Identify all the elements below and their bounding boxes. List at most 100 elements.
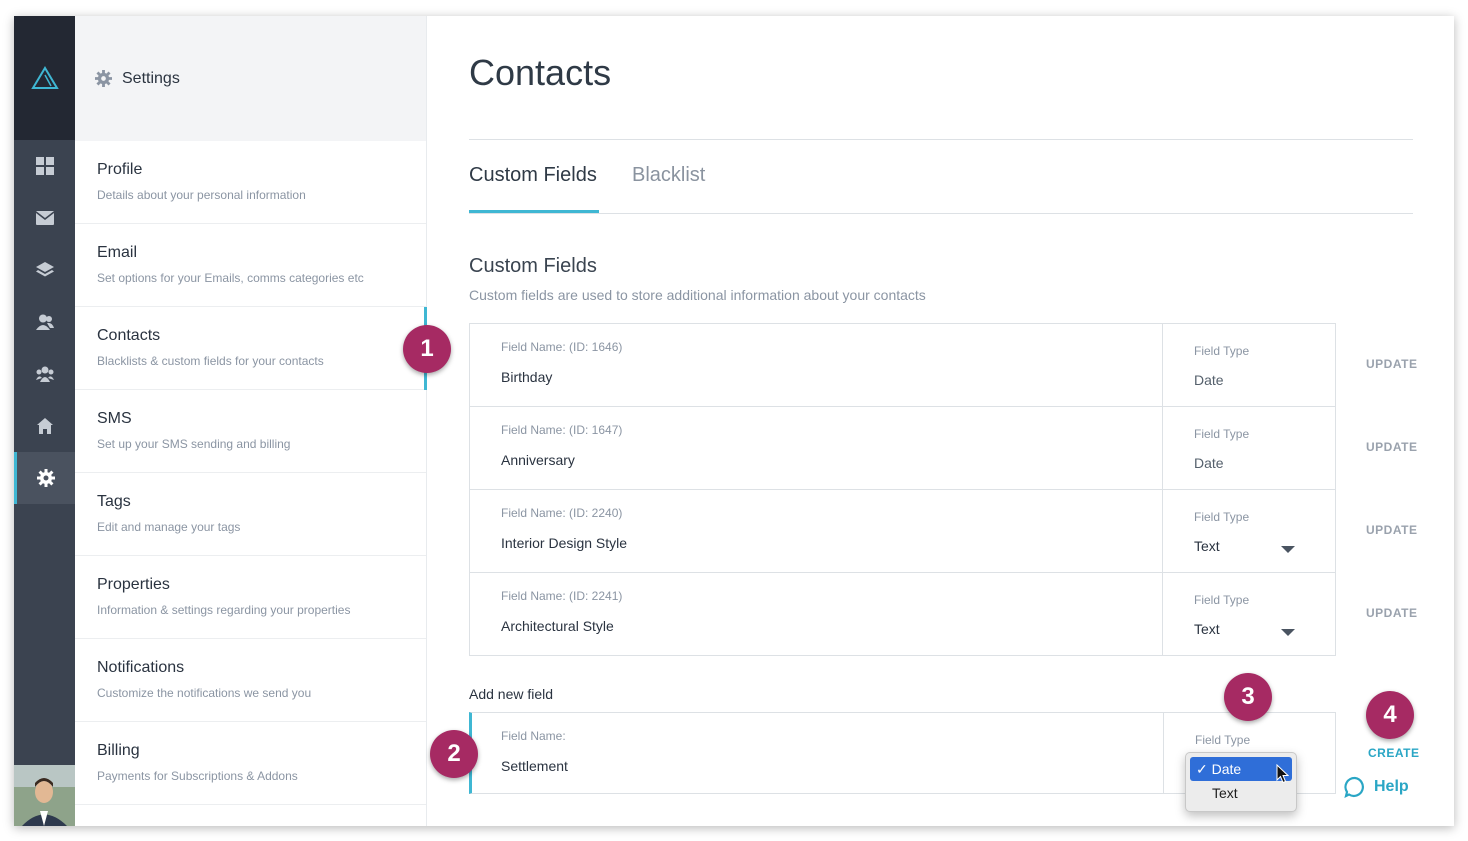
- icon-rail: [14, 16, 75, 826]
- settings-item-tags[interactable]: Tags Edit and manage your tags: [75, 473, 426, 556]
- callout-badge-3: 3: [1224, 673, 1272, 721]
- settings-item-billing[interactable]: Billing Payments for Subscriptions & Add…: [75, 722, 426, 805]
- rail-mail[interactable]: [14, 192, 75, 244]
- field-type-select[interactable]: Field Type Text: [1163, 573, 1335, 655]
- field-name-cell[interactable]: Field Name: (ID: 2241) Architectural Sty…: [470, 573, 1163, 655]
- field-row: Field Name: (ID: 2240) Interior Design S…: [470, 490, 1335, 573]
- settings-item-profile[interactable]: Profile Details about your personal info…: [75, 141, 426, 224]
- settings-item-title: Tags: [97, 493, 131, 510]
- field-name-value: Anniversary: [501, 452, 575, 468]
- field-name-label: Field Name: (ID: 2240): [501, 506, 623, 520]
- settings-item-desc: Information & settings regarding your pr…: [97, 603, 351, 617]
- field-type-label: Field Type: [1194, 593, 1250, 607]
- dropdown-option-text[interactable]: Text: [1190, 781, 1292, 805]
- field-row: Field Name: (ID: 2241) Architectural Sty…: [470, 573, 1335, 655]
- settings-item-email[interactable]: Email Set options for your Emails, comms…: [75, 224, 426, 307]
- settings-item-sms[interactable]: SMS Set up your SMS sending and billing: [75, 390, 426, 473]
- settings-item-desc: Edit and manage your tags: [97, 520, 241, 534]
- field-name-cell[interactable]: Field Name: (ID: 2240) Interior Design S…: [470, 490, 1163, 572]
- settings-item-contacts[interactable]: Contacts Blacklists & custom fields for …: [75, 307, 427, 390]
- layers-icon: [35, 262, 54, 277]
- settings-item-title: Contacts: [97, 327, 161, 344]
- callout-badge-2: 2: [430, 730, 478, 778]
- chevron-down-icon: [1281, 629, 1295, 636]
- field-name-value: Birthday: [501, 369, 553, 385]
- field-type-label: Field Type: [1194, 510, 1250, 524]
- field-type-value: Text: [1194, 538, 1220, 554]
- settings-item-desc: Customize the notifications we send you: [97, 686, 312, 700]
- page-title: Contacts: [469, 52, 612, 93]
- field-type-cell: Field Type Date: [1163, 324, 1335, 406]
- field-type-select[interactable]: Field Type Text: [1163, 490, 1335, 572]
- logo[interactable]: [14, 16, 75, 140]
- settings-item-title: Billing: [97, 742, 140, 759]
- active-tab-indicator: [469, 210, 599, 213]
- tab-custom-fields[interactable]: Custom Fields: [469, 164, 597, 187]
- callout-badge-4: 4: [1366, 691, 1414, 739]
- rail-home[interactable]: [14, 400, 75, 452]
- callout-badge-1: 1: [403, 325, 451, 373]
- update-button[interactable]: UPDATE: [1366, 606, 1417, 620]
- settings-item-properties[interactable]: Properties Information & settings regard…: [75, 556, 426, 639]
- field-type-value: Date: [1194, 372, 1224, 388]
- mail-icon: [35, 211, 54, 225]
- settings-header: Settings: [75, 16, 426, 141]
- settings-item-desc: Payments for Subscriptions & Addons: [97, 769, 298, 783]
- settings-item-desc: Set up your SMS sending and billing: [97, 437, 291, 451]
- create-button[interactable]: CREATE: [1368, 746, 1419, 760]
- field-type-label: Field Type: [1195, 733, 1251, 747]
- check-icon: ✓: [1196, 761, 1208, 777]
- field-type-value: Text: [1194, 621, 1220, 637]
- settings-item-title: Notifications: [97, 659, 185, 676]
- settings-title: Settings: [122, 69, 180, 87]
- option-label: Date: [1211, 761, 1242, 777]
- avatar[interactable]: [14, 765, 75, 826]
- settings-item-desc: Blacklists & custom fields for your cont…: [97, 354, 324, 368]
- rail-contacts[interactable]: [14, 296, 75, 348]
- settings-item-desc: Set options for your Emails, comms categ…: [97, 271, 364, 285]
- field-type-label: Field Type: [1194, 344, 1250, 358]
- logo-icon: [30, 66, 59, 89]
- field-name-cell[interactable]: Field Name: (ID: 1646) Birthday: [470, 324, 1163, 406]
- rail-dashboard[interactable]: [14, 140, 75, 192]
- field-row: Field Name: (ID: 1646) Birthday Field Ty…: [470, 324, 1335, 407]
- section-description: Custom fields are used to store addition…: [469, 287, 926, 303]
- settings-item-title: Email: [97, 244, 138, 261]
- settings-item-desc: Details about your personal information: [97, 188, 306, 202]
- rail-team[interactable]: [14, 348, 75, 400]
- field-name-label: Field Name: (ID: 1647): [501, 423, 623, 437]
- field-type-label: Field Type: [1194, 427, 1250, 441]
- field-name-value: Interior Design Style: [501, 535, 628, 551]
- field-name-value: Architectural Style: [501, 618, 614, 634]
- update-button[interactable]: UPDATE: [1366, 440, 1417, 454]
- help-label: Help: [1374, 778, 1409, 795]
- help-button[interactable]: Help: [1344, 776, 1409, 798]
- settings-item-title: Profile: [97, 161, 143, 178]
- field-name-cell[interactable]: Field Name: (ID: 1647) Anniversary: [470, 407, 1163, 489]
- field-name-label: Field Name: (ID: 2241): [501, 589, 623, 603]
- update-button[interactable]: UPDATE: [1366, 357, 1417, 371]
- dashboard-icon: [35, 157, 54, 175]
- field-type-value: Date: [1194, 455, 1224, 471]
- divider: [469, 139, 1413, 140]
- team-icon: [35, 366, 54, 382]
- gear-icon: [37, 469, 55, 487]
- tab-blacklist[interactable]: Blacklist: [632, 164, 705, 187]
- settings-item-title: SMS: [97, 410, 132, 427]
- settings-gear-icon: [95, 70, 112, 87]
- rail-layers[interactable]: [14, 244, 75, 296]
- update-button[interactable]: UPDATE: [1366, 523, 1417, 537]
- divider: [469, 213, 1413, 214]
- new-field-name-input[interactable]: Field Name: Settlement: [472, 713, 1164, 793]
- field-name-label: Field Name: (ID: 1646): [501, 340, 623, 354]
- field-row: Field Name: (ID: 1647) Anniversary Field…: [470, 407, 1335, 490]
- settings-item-notifications[interactable]: Notifications Customize the notification…: [75, 639, 426, 722]
- rail-settings[interactable]: [14, 452, 75, 504]
- custom-fields-table: Field Name: (ID: 1646) Birthday Field Ty…: [469, 323, 1336, 656]
- field-type-cell: Field Type Date: [1163, 407, 1335, 489]
- field-name-label: Field Name:: [501, 729, 566, 743]
- home-icon: [36, 418, 53, 434]
- chevron-down-icon: [1281, 546, 1295, 553]
- field-name-value: Settlement: [501, 758, 568, 774]
- section-title: Custom Fields: [469, 255, 597, 277]
